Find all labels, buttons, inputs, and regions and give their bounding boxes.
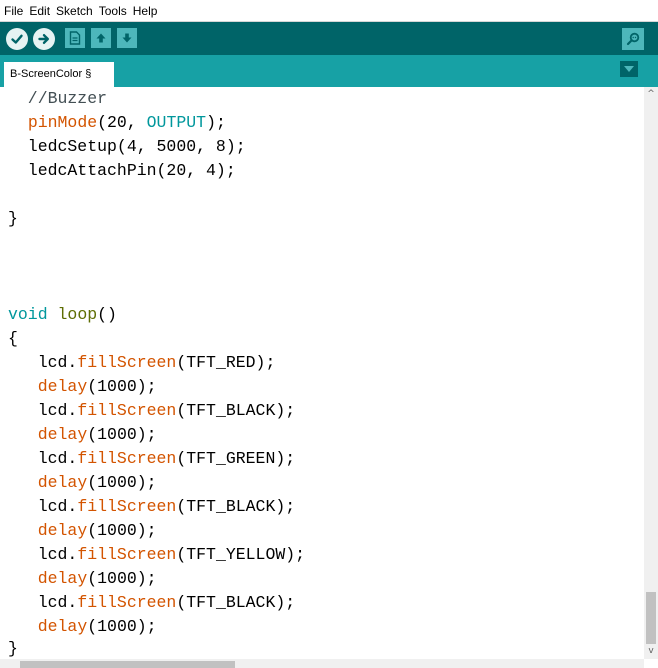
scroll-up-icon[interactable]: ^ [646,88,656,100]
function-loop: loop [57,305,98,324]
menu-help[interactable]: Help [130,0,161,22]
verify-button[interactable] [6,28,28,50]
constant-output: OUTPUT [146,113,207,132]
vertical-scrollbar[interactable]: ^ v [644,87,658,659]
code-line-6: } [8,209,18,228]
code-line-23: delay(1000); [37,617,157,636]
horizontal-scroll-thumb[interactable] [20,661,235,668]
code-line-14: lcd.fillScreen(TFT_BLACK); [8,401,296,420]
code-line-19: delay(1000); [37,521,157,540]
code-line-15: delay(1000); [37,425,157,444]
open-button[interactable] [91,28,111,48]
serial-monitor-button[interactable] [622,28,644,50]
new-icon [69,31,81,45]
toolbar [0,22,658,55]
chevron-down-icon [624,66,634,72]
save-icon [122,33,132,43]
menu-tools[interactable]: Tools [96,0,130,22]
code-line-21: delay(1000); [37,569,157,588]
upload-button[interactable] [33,28,55,50]
keyword-void: void [8,305,48,324]
vertical-scroll-thumb[interactable] [646,592,656,644]
new-button[interactable] [65,28,85,48]
code-line-18: lcd.fillScreen(TFT_BLACK); [8,497,296,516]
code-line-1: //Buzzer [8,87,107,111]
code-line-13: delay(1000); [37,377,157,396]
code-line-22: lcd.fillScreen(TFT_BLACK); [8,593,296,612]
tab-menu-button[interactable] [620,61,638,77]
code-line-4: ledcAttachPin(20, 4); [8,161,236,180]
save-button[interactable] [117,28,137,48]
tab-strip: B-ScreenColor § [0,55,658,87]
serial-monitor-icon [626,32,640,46]
horizontal-scrollbar[interactable] [0,659,644,668]
code-line-2: pinMode(20, OUTPUT); [27,113,226,132]
verify-icon [11,34,23,44]
code-line-24: } [8,639,18,658]
code-line-10: void loop() [8,305,117,324]
code-line-12: lcd.fillScreen(TFT_RED); [8,353,276,372]
tab-b-screencolor[interactable]: B-ScreenColor § [4,62,114,87]
menu-sketch[interactable]: Sketch [53,0,96,22]
upload-icon [38,34,49,44]
code-line-17: delay(1000); [37,473,157,492]
code-editor[interactable]: //Buzzer pinMode(20, OUTPUT); ledcSetup(… [0,87,644,659]
menu-bar: File Edit Sketch Tools Help [0,0,658,22]
menu-file[interactable]: File [0,0,26,22]
code-line-11: { [8,329,18,348]
code-line-20: lcd.fillScreen(TFT_YELLOW); [8,545,306,564]
menu-edit[interactable]: Edit [26,0,53,22]
scroll-down-icon[interactable]: v [646,645,656,657]
function-pinmode: pinMode [27,113,98,132]
comment: //Buzzer [8,89,108,108]
code-line-3: ledcSetup(4, 5000, 8); [8,137,246,156]
code-line-16: lcd.fillScreen(TFT_GREEN); [8,449,296,468]
open-icon [96,33,106,43]
